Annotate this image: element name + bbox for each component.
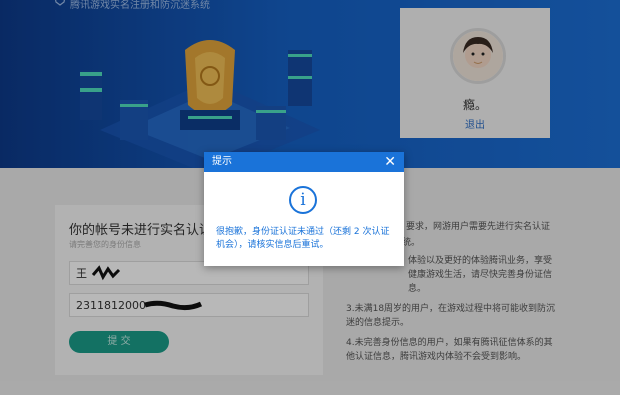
dialog-title: 提示 — [212, 156, 232, 167]
close-icon[interactable]: ✕ — [384, 152, 396, 172]
dialog-message: 很抱歉，身份证认证未通过（还剩 2 次认证机会），请核实信息后重试。 — [216, 227, 390, 250]
alert-dialog: 提示 ✕ i 很抱歉，身份证认证未通过（还剩 2 次认证机会），请核实信息后重试… — [204, 152, 404, 266]
info-icon: i — [289, 186, 317, 214]
dialog-header: 提示 ✕ — [204, 152, 404, 172]
